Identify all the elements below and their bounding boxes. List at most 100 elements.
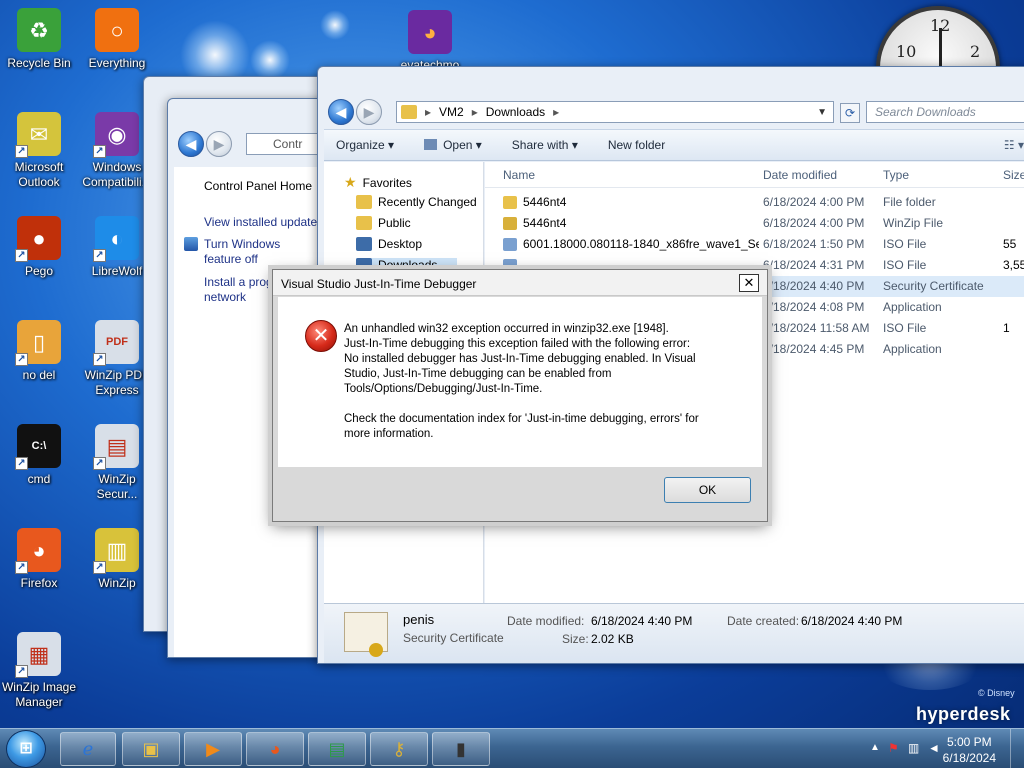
desktop-icon-recycle-bin[interactable]: ♻ Recycle Bin xyxy=(0,8,78,71)
control-panel-home-link[interactable]: Control Panel Home xyxy=(204,179,312,193)
desktop-icon-no-del[interactable]: ▯ ↗ no del xyxy=(0,320,78,383)
desktop-icon-microsoft-outlook[interactable]: ✉ ↗ Microsoft Outlook xyxy=(0,112,78,190)
close-button[interactable]: ✕ xyxy=(739,274,759,292)
file-row[interactable]: 6001.18000.080118-1840_x86fre_wave1_Se..… xyxy=(485,234,1024,255)
breadcrumb-vm2[interactable]: VM2 xyxy=(439,105,464,119)
refresh-icon[interactable]: ⟳ xyxy=(840,103,860,123)
desktop-app-icon: ◐ ↗ xyxy=(93,216,139,262)
file-row[interactable]: 5446nt4 6/18/2024 4:00 PM File folder xyxy=(485,192,1024,213)
new-folder-button[interactable]: New folder xyxy=(608,138,665,152)
desktop-app-icon: ▤ ↗ xyxy=(93,424,139,470)
desktop-icon-label: cmd xyxy=(27,472,51,486)
forward-button[interactable]: ▶ xyxy=(206,131,232,157)
shortcut-arrow-icon: ↗ xyxy=(93,249,106,262)
nav-public[interactable]: Public xyxy=(356,216,411,230)
desktop-app-icon: C:\ ↗ xyxy=(15,424,61,470)
column-date-modified[interactable]: Date modified xyxy=(763,168,837,182)
breadcrumb-downloads[interactable]: Downloads xyxy=(486,105,545,119)
folder-icon xyxy=(356,195,372,209)
forward-button[interactable]: ▶ xyxy=(356,99,382,125)
details-created-label: Date created: xyxy=(727,614,800,628)
file-date: 6/18/2024 1:50 PM xyxy=(763,237,865,251)
desktop-app-icon: ◕ ↗ xyxy=(15,528,61,574)
desktop-icon-label: Recycle Bin xyxy=(7,56,71,70)
details-filetype: Security Certificate xyxy=(403,631,504,645)
volume-icon[interactable]: ◄ xyxy=(928,741,940,755)
desktop-icon-firefox[interactable]: ◕ ↗ Firefox xyxy=(0,528,78,591)
show-desktop-button[interactable] xyxy=(1010,729,1024,768)
nav-desktop[interactable]: Desktop xyxy=(356,237,422,251)
desktop-app-icon: PDF ↗ xyxy=(93,320,139,366)
view-updates-link[interactable]: View installed update xyxy=(204,215,317,229)
message-line: Just-In-Time debugging this exception fa… xyxy=(344,338,691,350)
star-icon: ★ xyxy=(344,174,357,190)
organize-button[interactable]: Organize ▾ xyxy=(336,138,394,152)
control-panel-icon[interactable]: ▤ xyxy=(308,732,366,766)
message-line: An unhandled win32 exception occurred in… xyxy=(344,323,669,335)
chevron-right-icon: ▸ xyxy=(553,105,560,119)
details-pane: penis Security Certificate Date modified… xyxy=(324,603,1024,663)
clock-numeral: 10 xyxy=(896,42,917,61)
share-with-button[interactable]: Share with ▾ xyxy=(512,138,578,152)
nav-recently-changed[interactable]: Recently Changed xyxy=(356,195,477,209)
network-icon[interactable]: ▥ xyxy=(908,741,919,755)
details-filename: penis xyxy=(403,612,435,627)
ie-icon[interactable]: ℯ xyxy=(60,732,116,766)
column-size[interactable]: Size xyxy=(1003,168,1024,182)
details-size-label: Size: xyxy=(562,632,589,646)
chevron-right-icon: ▸ xyxy=(471,105,478,119)
chevron-up-icon[interactable]: ▲ xyxy=(870,742,880,753)
message-line: Tools/Options/Debugging/Just-In-Time. xyxy=(344,383,543,395)
media-player-icon[interactable]: ▶ xyxy=(184,732,242,766)
column-name[interactable]: Name xyxy=(503,168,535,182)
chevron-down-icon[interactable]: ▼ xyxy=(817,107,827,118)
start-button[interactable]: ⊞ xyxy=(6,730,46,768)
file-type: ISO File xyxy=(883,321,927,335)
desktop-icon-everything[interactable]: ○ Everything xyxy=(78,8,156,71)
file-row[interactable]: 5446nt4 6/18/2024 4:00 PM WinZip File xyxy=(485,213,1024,234)
time-text: 5:00 PM xyxy=(946,735,992,749)
details-modified-label: Date modified: xyxy=(507,614,585,628)
firefox-icon[interactable]: ◕ xyxy=(246,732,304,766)
file-size: 55 xyxy=(1003,237,1017,251)
ok-button[interactable]: OK xyxy=(664,477,751,503)
file-type: Application xyxy=(883,300,942,314)
search-input[interactable]: Search Downloads xyxy=(866,101,1024,123)
explorer-icon[interactable]: ▣ xyxy=(122,732,180,766)
jit-debugger-dialog[interactable]: Visual Studio Just-In-Time Debugger ✕ ✕ … xyxy=(272,269,768,522)
desktop-app-icon: ○ xyxy=(95,8,139,52)
details-size-value: 2.02 KB xyxy=(591,632,634,646)
back-button[interactable]: ◀ xyxy=(328,99,354,125)
view-options-icon[interactable]: ☷ ▾ xyxy=(1004,138,1024,152)
action-center-icon[interactable]: ⚑ xyxy=(888,741,899,755)
column-type[interactable]: Type xyxy=(883,168,909,182)
keys-icon[interactable]: ⚷ xyxy=(370,732,428,766)
back-button[interactable]: ◀ xyxy=(178,131,204,157)
desktop-icon-pego[interactable]: ● ↗ Pego xyxy=(0,216,78,279)
shortcut-arrow-icon: ↗ xyxy=(93,145,106,158)
file-type: File folder xyxy=(883,195,936,209)
taskbar: ⊞ ℯ ▣ ▶ ◕ ▤ ⚷ ▮ ▲ ⚑ ▥ ◄ 5:00 PM 6/18/202… xyxy=(0,728,1024,768)
search-placeholder: Search Downloads xyxy=(875,105,976,119)
desktop-app-icon: ▥ ↗ xyxy=(93,528,139,574)
file-icon xyxy=(503,238,517,251)
windows-features-link[interactable]: Turn Windows feature off xyxy=(204,237,314,267)
details-created-value: 6/18/2024 4:40 PM xyxy=(801,614,903,628)
address-bar[interactable]: ▸ VM2 ▸ Downloads ▸ ▼ xyxy=(396,101,834,123)
desktop-icon-label: WinZip Image Manager xyxy=(1,680,77,709)
open-button[interactable]: Open ▾ xyxy=(424,138,482,152)
chevron-right-icon: ▸ xyxy=(425,105,432,119)
desktop-icon-winzip-image-manager[interactable]: ▦ ↗ WinZip Image Manager xyxy=(0,632,78,710)
file-icon xyxy=(503,196,517,209)
file-name: 5446nt4 xyxy=(523,216,567,230)
file-name: 5446nt4 xyxy=(523,195,567,209)
terminal-icon[interactable]: ▮ xyxy=(432,732,490,766)
clock[interactable]: 5:00 PM 6/18/2024 xyxy=(943,734,996,766)
desktop-app-icon: ♻ xyxy=(17,8,61,52)
address-text: Contr xyxy=(273,137,303,151)
shortcut-arrow-icon: ↗ xyxy=(93,561,106,574)
desktop-icon-evatechmo[interactable]: ◕ evatechmo xyxy=(392,10,468,73)
nav-favorites[interactable]: ★ Favorites xyxy=(344,174,412,191)
desktop-icon-cmd[interactable]: C:\ ↗ cmd xyxy=(0,424,78,487)
desktop-app-icon: ▯ ↗ xyxy=(15,320,61,366)
